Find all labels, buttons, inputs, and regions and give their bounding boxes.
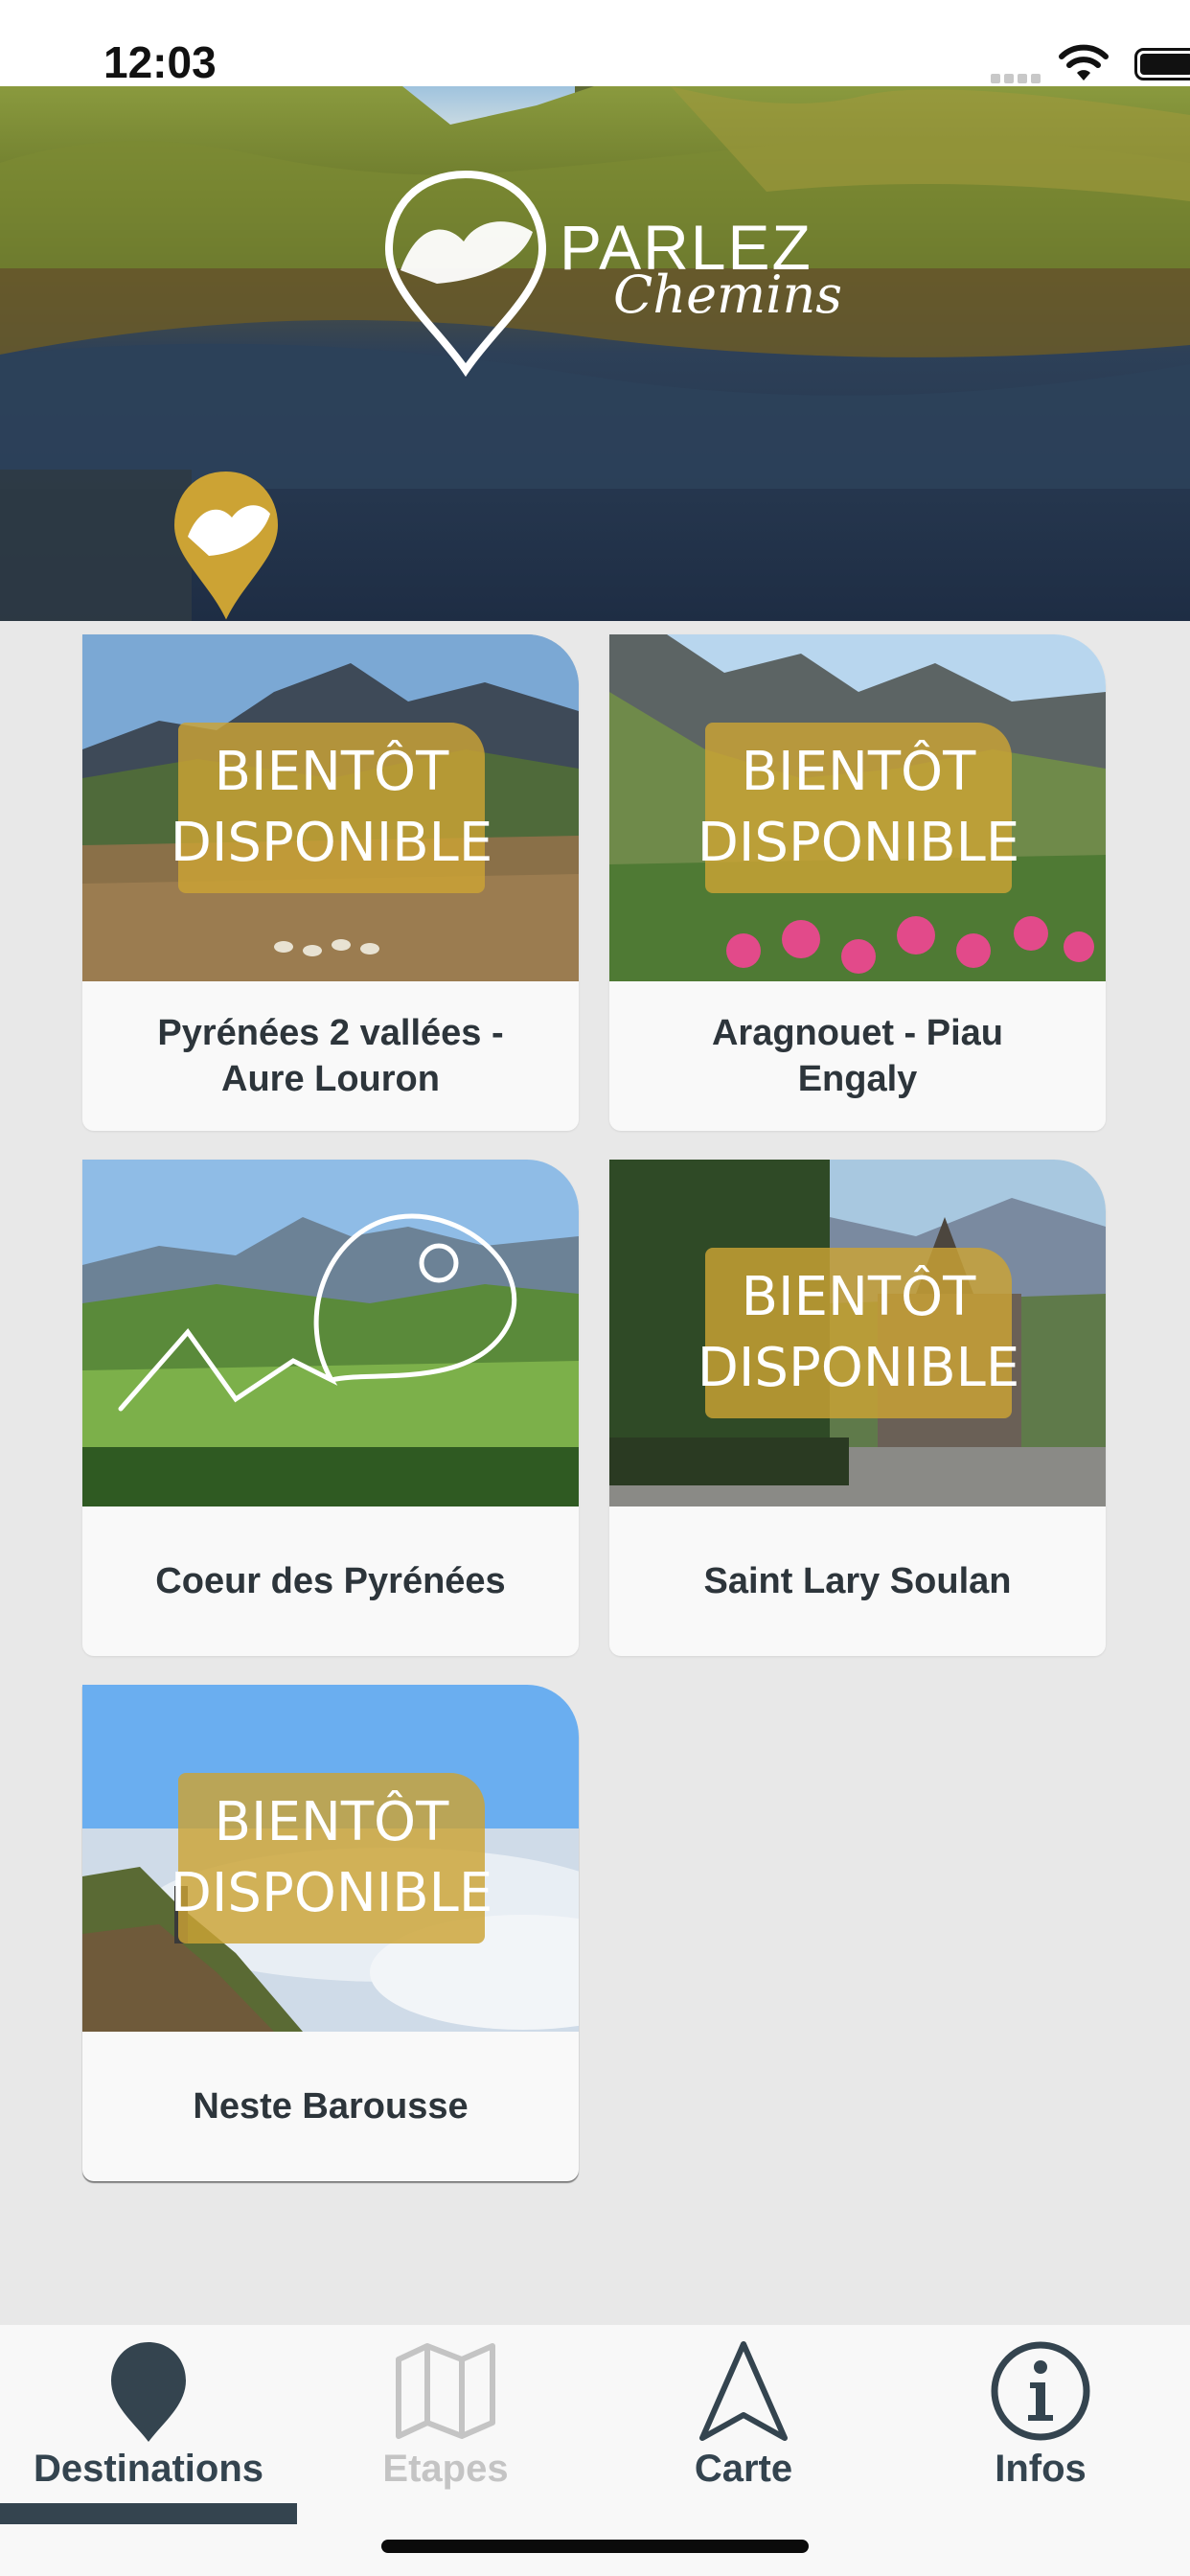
status-time: 12:03 — [103, 37, 217, 87]
tab-label-carte: Carte — [694, 2448, 793, 2490]
tab-label-destinations: Destinations — [33, 2448, 264, 2490]
coming-soon-line1: BIENTÔT — [214, 1791, 449, 1853]
navigation-arrow-icon — [699, 2341, 788, 2441]
coming-soon-line2: DISPONIBLE — [170, 1862, 493, 1924]
destination-card-saint-lary-soulan[interactable]: BIENTÔT DISPONIBLE Saint Lary Soulan — [609, 1160, 1106, 1656]
destination-image: BIENTÔT DISPONIBLE — [609, 634, 1106, 981]
destination-image: BIENTÔT DISPONIBLE — [82, 1685, 579, 2032]
coming-soon-line2: DISPONIBLE — [170, 812, 493, 874]
home-indicator[interactable] — [381, 2540, 809, 2553]
coming-soon-badge: BIENTÔT DISPONIBLE — [698, 1248, 1019, 1418]
active-tab-indicator — [0, 2503, 297, 2524]
coming-soon-line1: BIENTÔT — [214, 741, 449, 803]
destination-image — [82, 1160, 579, 1506]
status-bar: 12:03 — [0, 0, 1190, 87]
tab-carte[interactable]: Carte — [595, 2325, 892, 2517]
destination-card-neste-barousse[interactable]: BIENTÔT DISPONIBLE Neste Barousse — [82, 1685, 579, 2181]
coming-soon-badge: BIENTÔT DISPONIBLE — [171, 1773, 492, 1944]
coming-soon-badge: BIENTÔT DISPONIBLE — [698, 723, 1019, 893]
destination-title: Saint Lary Soulan — [703, 1561, 1012, 1601]
info-icon — [991, 2341, 1090, 2441]
map-pin-icon — [111, 2342, 186, 2442]
destination-card-coeur-des-pyrenees[interactable]: Coeur des Pyrénées — [82, 1160, 579, 1656]
destination-title: Coeur des Pyrénées — [155, 1561, 506, 1601]
tab-label-etapes: Etapes — [382, 2448, 509, 2490]
tab-label-infos: Infos — [995, 2448, 1087, 2490]
destination-pin-badge-icon — [173, 471, 279, 620]
bottom-tab-bar: Destinations Etapes Carte Infos — [0, 2325, 1190, 2576]
destination-card-piau-engaly[interactable]: BIENTÔT DISPONIBLE Aragnouet - Piau Enga… — [609, 634, 1106, 1131]
battery-icon — [1134, 48, 1190, 80]
wifi-icon — [1059, 44, 1109, 80]
destination-card-aure-louron[interactable]: BIENTÔT DISPONIBLE Pyrénées 2 vallées - … — [82, 634, 579, 1131]
destination-image: BIENTÔT DISPONIBLE — [609, 1160, 1106, 1506]
coming-soon-line2: DISPONIBLE — [697, 812, 1020, 874]
parlez-chemins-logo-icon — [384, 170, 547, 378]
map-icon — [396, 2343, 495, 2439]
coming-soon-line1: BIENTÔT — [741, 1266, 976, 1328]
destination-image: BIENTÔT DISPONIBLE — [82, 634, 579, 981]
destination-title: Neste Barousse — [193, 2086, 469, 2127]
cellular-signal-icon — [991, 71, 1044, 83]
tab-etapes[interactable]: Etapes — [297, 2325, 594, 2517]
coming-soon-line2: DISPONIBLE — [697, 1337, 1020, 1399]
brand-name-line2: Chemins — [613, 264, 843, 325]
destination-title: Aragnouet - Piau Engaly — [711, 1013, 1004, 1099]
destination-title: Pyrénées 2 vallées - Aure Louron — [157, 1013, 504, 1099]
coming-soon-line1: BIENTÔT — [741, 741, 976, 803]
tab-infos[interactable]: Infos — [892, 2325, 1189, 2517]
coming-soon-badge: BIENTÔT DISPONIBLE — [171, 723, 492, 893]
tab-destinations[interactable]: Destinations — [0, 2325, 297, 2524]
